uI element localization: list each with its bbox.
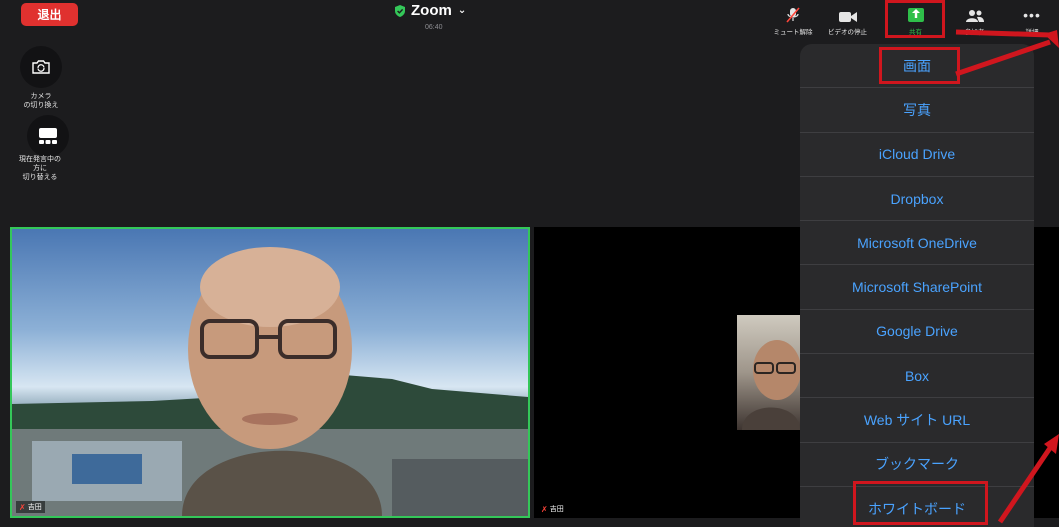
menu-item-sharepoint[interactable]: Microsoft SharePoint — [800, 265, 1034, 310]
menu-item-box[interactable]: Box — [800, 354, 1034, 399]
participant-name: 吉田 — [549, 506, 564, 513]
menu-item-dropbox[interactable]: Dropbox — [800, 177, 1034, 222]
switch-camera-button[interactable] — [20, 46, 62, 88]
share-screen-icon — [907, 8, 924, 22]
participant-video-image — [12, 247, 528, 516]
active-speaker-label: 現在発言中の 方に 切り替える — [19, 156, 61, 181]
whiteboard-highlight-box — [853, 481, 988, 525]
screen-highlight-box — [879, 47, 960, 84]
unmute-label: ミュート解除 — [773, 29, 813, 36]
stop-video-button[interactable]: ビデオの停止 — [820, 0, 875, 36]
share-label: 共有 — [909, 29, 922, 36]
video-camera-icon — [838, 12, 857, 22]
menu-item-onedrive[interactable]: Microsoft OneDrive — [800, 221, 1034, 266]
menu-item-google-drive[interactable]: Google Drive — [800, 310, 1034, 355]
meeting-timer: 06:40 — [425, 24, 443, 31]
camera-rotate-icon — [32, 60, 50, 74]
participant-name-tag: ✗ 吉田 — [16, 501, 45, 513]
participant-name-tag: ✗ 吉田 — [538, 503, 567, 515]
self-view-thumbnail[interactable] — [737, 315, 800, 430]
menu-item-icloud-drive[interactable]: iCloud Drive — [800, 133, 1034, 177]
top-toolbar: 退出 Zoom ⌄ 06:40 ミュート解除 ビデオの停止 共有 ••• — [0, 0, 1059, 40]
menu-item-photos[interactable]: 写真 — [800, 88, 1034, 133]
red-arrow-top — [955, 29, 1059, 77]
chevron-down-icon: ⌄ — [457, 5, 467, 16]
stop-video-label: ビデオの停止 — [828, 29, 867, 36]
unmute-button[interactable]: ミュート解除 — [768, 0, 818, 36]
mic-muted-icon: ✗ — [19, 502, 26, 512]
switch-camera-label: カメラ の切り換え — [23, 93, 59, 109]
participant-thumbnail-image — [742, 340, 800, 430]
mic-muted-icon: ✗ — [541, 504, 548, 514]
speaker-view-icon — [39, 128, 57, 144]
red-arrow-bottom — [997, 434, 1059, 524]
meeting-title[interactable]: Zoom ⌄ 06:40 — [395, 2, 475, 31]
participant-name: 吉田 — [27, 504, 42, 511]
active-speaker-button[interactable] — [27, 115, 69, 157]
shield-icon — [395, 4, 405, 17]
mic-off-icon — [786, 7, 800, 23]
share-button[interactable]: 共有 — [893, 0, 938, 36]
main-video-tile[interactable]: ✗ 吉田 — [10, 227, 530, 518]
meeting-title-text: Zoom — [411, 2, 452, 19]
leave-button[interactable]: 退出 — [21, 3, 78, 26]
